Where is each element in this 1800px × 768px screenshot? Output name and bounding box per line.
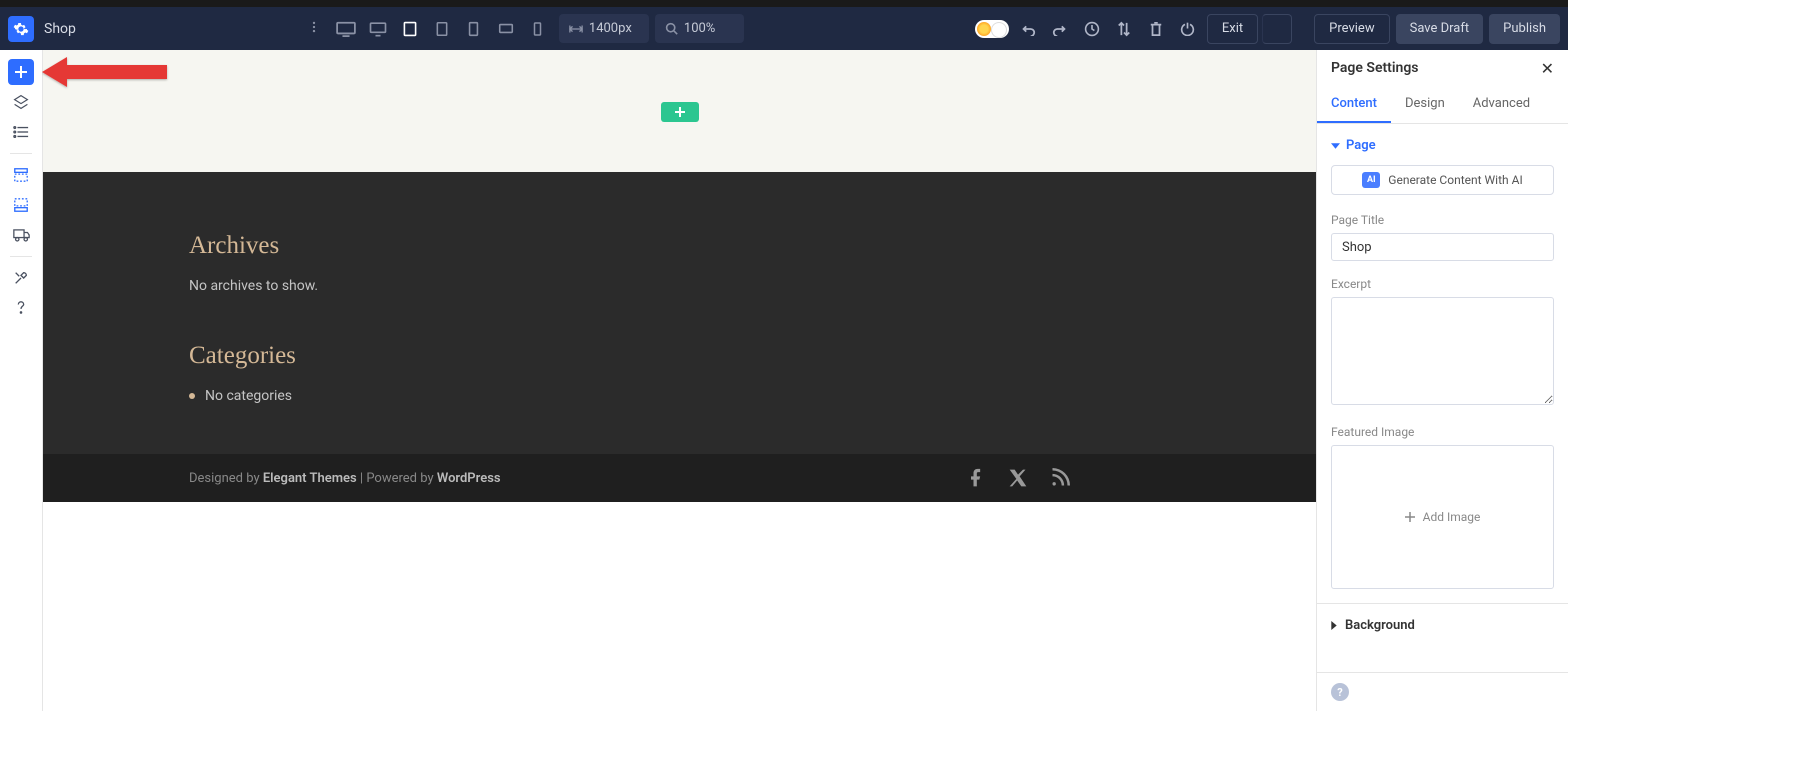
ai-badge-icon: AI: [1362, 172, 1380, 188]
undo-icon: [1020, 22, 1036, 36]
generate-ai-button[interactable]: AI Generate Content With AI: [1331, 165, 1554, 195]
categories-item: No categories: [189, 388, 1316, 404]
cart-button[interactable]: [8, 222, 34, 248]
archives-heading: Archives: [189, 232, 1316, 260]
tools-button[interactable]: [8, 265, 34, 291]
tab-advanced[interactable]: Advanced: [1459, 86, 1544, 123]
tablet-button[interactable]: [427, 18, 457, 40]
redo-icon: [1052, 22, 1068, 36]
layers-button[interactable]: [8, 89, 34, 115]
footer-widget-area: Archives No archives to show. Categories…: [43, 172, 1316, 454]
archives-text: No archives to show.: [189, 278, 1316, 294]
tab-design[interactable]: Design: [1391, 86, 1459, 123]
search-icon: [665, 22, 678, 35]
desktop-button[interactable]: [363, 18, 393, 40]
page-accordion-toggle[interactable]: Page: [1331, 138, 1554, 153]
trash-icon: [1149, 21, 1163, 37]
exit-dropdown[interactable]: [1262, 14, 1292, 44]
dots-vertical-icon: [307, 20, 321, 34]
zoom-input-box[interactable]: [655, 14, 744, 43]
footer-brand-link[interactable]: Elegant Themes: [263, 471, 357, 486]
width-input[interactable]: [589, 21, 639, 36]
background-accordion-toggle[interactable]: Background: [1331, 618, 1554, 633]
layers-icon: [13, 94, 29, 110]
list-button[interactable]: [8, 119, 34, 145]
help-button[interactable]: [8, 295, 34, 321]
plus-icon: [674, 106, 686, 118]
panel-header: Page Settings ✕: [1317, 50, 1568, 86]
page-name-label: Shop: [44, 21, 76, 37]
list-icon: [13, 125, 29, 139]
footer-icon: [13, 197, 29, 213]
save-draft-button[interactable]: Save Draft: [1396, 14, 1484, 44]
canvas-empty-area[interactable]: [43, 50, 1316, 172]
page-footer: Designed by Elegant Themes | Powered by …: [43, 454, 1316, 502]
header-template-button[interactable]: [8, 162, 34, 188]
more-options-button[interactable]: [307, 19, 321, 38]
settings-panel: Page Settings ✕ Content Design Advanced …: [1316, 50, 1568, 711]
publish-button[interactable]: Publish: [1489, 14, 1560, 44]
top-toolbar: Shop Exit Preview Save Draft Publish: [0, 7, 1568, 50]
theme-toggle[interactable]: [975, 20, 1009, 38]
panel-title: Page Settings: [1331, 60, 1419, 76]
clock-icon: [1084, 21, 1100, 37]
tablet-large-button[interactable]: [395, 18, 425, 40]
undo-button[interactable]: [1015, 16, 1041, 42]
help-circle-button[interactable]: ?: [1331, 683, 1349, 701]
panel-tabs: Content Design Advanced: [1317, 86, 1568, 124]
x-icon[interactable]: [1008, 468, 1028, 488]
page-title-label: Page Title: [1331, 213, 1554, 227]
add-section-button[interactable]: [661, 102, 699, 122]
browser-tab-bar: [0, 0, 1568, 7]
canvas[interactable]: Archives No archives to show. Categories…: [43, 50, 1316, 711]
add-image-dropzone[interactable]: Add Image: [1331, 445, 1554, 589]
footer-template-button[interactable]: [8, 192, 34, 218]
footer-wp-link[interactable]: WordPress: [437, 471, 501, 486]
featured-image-label: Featured Image: [1331, 425, 1554, 439]
annotation-arrow: [42, 52, 172, 96]
excerpt-label: Excerpt: [1331, 277, 1554, 291]
add-block-button[interactable]: [8, 59, 34, 85]
plus-icon: [1405, 512, 1415, 522]
redo-button[interactable]: [1047, 16, 1073, 42]
page-title-input[interactable]: [1331, 233, 1554, 261]
panel-help-footer: ?: [1317, 672, 1568, 711]
question-icon: [14, 300, 28, 316]
phone-button[interactable]: [523, 18, 553, 40]
gear-icon: [13, 21, 29, 37]
footer-social-icons: [966, 468, 1070, 488]
power-icon: [1180, 21, 1195, 36]
panel-body: Page AI Generate Content With AI Page Ti…: [1317, 124, 1568, 672]
footer-credit: Designed by Elegant Themes | Powered by …: [189, 471, 501, 486]
left-sidebar: [0, 50, 43, 711]
categories-heading: Categories: [189, 342, 1316, 370]
zoom-input[interactable]: [684, 21, 734, 36]
settings-gear-button[interactable]: [8, 16, 34, 42]
width-icon: [569, 23, 583, 35]
phone-landscape-button[interactable]: [491, 18, 521, 40]
plus-icon: [14, 65, 28, 79]
phone-large-button[interactable]: [459, 18, 489, 40]
chevron-right-icon: [1331, 621, 1337, 630]
rss-icon[interactable]: [1050, 468, 1070, 488]
header-icon: [13, 167, 29, 183]
chevron-down-icon: [1331, 143, 1340, 149]
exit-button[interactable]: Exit: [1207, 14, 1258, 44]
excerpt-textarea[interactable]: [1331, 297, 1554, 405]
delete-button[interactable]: [1143, 16, 1169, 42]
arrows-vertical-icon: [1117, 21, 1131, 37]
device-preview-group: [331, 18, 553, 40]
wrench-icon: [13, 270, 29, 286]
close-panel-button[interactable]: ✕: [1541, 59, 1554, 78]
swap-button[interactable]: [1111, 16, 1137, 42]
facebook-icon[interactable]: [966, 468, 986, 488]
preview-button[interactable]: Preview: [1314, 14, 1389, 44]
tab-content[interactable]: Content: [1317, 86, 1391, 123]
width-input-box[interactable]: [559, 14, 649, 43]
history-button[interactable]: [1079, 16, 1105, 42]
truck-icon: [13, 228, 30, 242]
power-button[interactable]: [1175, 16, 1201, 42]
desktop-wide-button[interactable]: [331, 18, 361, 40]
